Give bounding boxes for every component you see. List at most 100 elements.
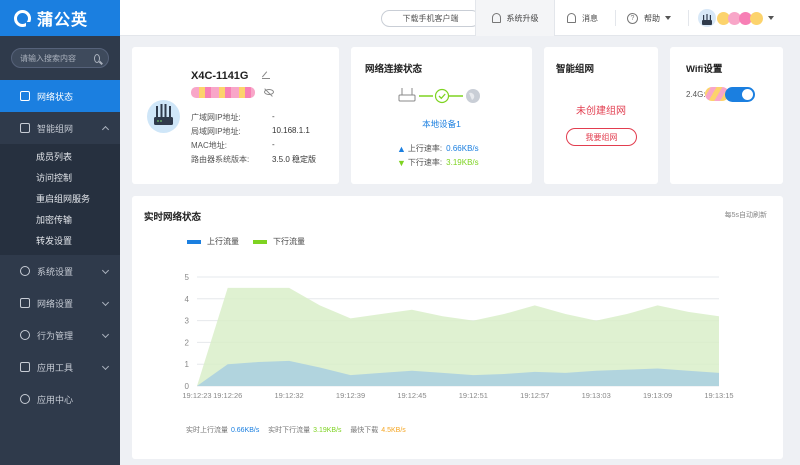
wan-ip-value: - <box>272 112 275 121</box>
chevron-down-icon <box>101 330 110 339</box>
submenu-item-access-control[interactable]: 访问控制 <box>0 168 120 189</box>
x-tick-label: 19:12:57 <box>520 391 549 400</box>
x-tick-label: 19:12:23 <box>182 391 211 400</box>
router-avatar-icon <box>702 14 712 25</box>
avatar <box>698 9 716 27</box>
caret-down-icon <box>665 16 671 20</box>
footer-up-label: 实时上行流量 <box>186 427 228 434</box>
router-small-icon <box>398 88 416 102</box>
sidebar-item-behavior[interactable]: 行为管理 <box>0 319 120 351</box>
x-tick-label: 19:13:03 <box>582 391 611 400</box>
sidebar-item-label: 应用工具 <box>37 362 74 373</box>
sidebar-item-network-status[interactable]: 网络状态 <box>0 80 120 112</box>
download-app-button[interactable]: 下载手机客户端 <box>381 10 480 27</box>
search-input[interactable] <box>20 53 94 63</box>
eye-off-icon[interactable] <box>264 89 274 95</box>
lan-ip-row: 局域网IP地址: 10.168.1.1 <box>191 126 310 137</box>
x-tick-label: 19:12:32 <box>275 391 304 400</box>
footer-max-label: 最快下载 <box>350 427 379 434</box>
brand-name: 蒲公英 <box>37 12 89 29</box>
connection-diagram <box>398 88 480 104</box>
sidebar-item-network-settings[interactable]: 网络设置 <box>0 287 120 319</box>
smart-mesh-icon <box>20 123 30 133</box>
help-menu[interactable]: ? 帮助 <box>627 0 671 36</box>
arrow-up-icon: ▲ <box>397 143 406 154</box>
sidebar-item-label: 应用中心 <box>37 394 74 405</box>
system-upgrade-button[interactable]: 系统升级 <box>475 0 555 36</box>
realtime-network-card: 实时网络状态 每5s自动刷新 上行流量 下行流量 0 1 2 3 4 5 19:12:23 1… <box>132 196 783 459</box>
wifi-band-label: 2.4G: <box>686 90 706 99</box>
sidebar: 蒲公英 网络状态 智能组网 成员列表 访问控制 重启组网服务 加密传输 转发设置… <box>0 0 120 465</box>
submenu-item-forwarding[interactable]: 转发设置 <box>0 231 120 252</box>
mac-row: MAC地址: - <box>191 140 275 151</box>
globe-icon <box>466 89 480 103</box>
x-tick-label: 19:12:45 <box>397 391 426 400</box>
username-emoji <box>717 11 763 25</box>
download-rate-row: ▼ 下行速率: 3.19KB/s <box>397 157 479 168</box>
submenu-item-restart-service[interactable]: 重启组网服务 <box>0 189 120 210</box>
brand-logo-icon <box>14 9 32 28</box>
sidebar-item-app-center[interactable]: 应用中心 <box>0 383 120 415</box>
y-tick-label: 3 <box>185 317 190 326</box>
wifi-card-title: Wifi设置 <box>686 64 723 75</box>
help-label: 帮助 <box>644 13 660 23</box>
y-tick-label: 0 <box>185 382 190 391</box>
traffic-chart: 0 1 2 3 4 5 19:12:23 19:12:26 19:12:32 19:12:39 19… <box>182 273 733 400</box>
arrow-down-icon: ▼ <box>397 157 406 168</box>
app-center-icon <box>20 394 30 404</box>
upgrade-label: 系统升级 <box>506 13 539 23</box>
footer-max-value: 4.5KB/s <box>381 427 406 434</box>
divider <box>615 10 616 26</box>
edit-name-icon[interactable] <box>262 71 270 79</box>
submenu-item-members[interactable]: 成员列表 <box>0 147 120 168</box>
y-tick-label: 4 <box>185 295 190 304</box>
network-status-card: 网络连接状态 本地设备1 ▲ 上行速率: 0.66KB/s ▼ 下行速率: 3.… <box>351 47 532 184</box>
y-tick-label: 5 <box>185 273 190 282</box>
create-mesh-button[interactable]: 我要组网 <box>566 128 637 146</box>
bell-icon <box>567 13 576 23</box>
search-box <box>11 48 109 68</box>
sidebar-item-label: 系统设置 <box>37 266 74 277</box>
submenu-item-encryption[interactable]: 加密传输 <box>0 210 120 231</box>
footer-down-label: 实时下行流量 <box>268 427 311 434</box>
footer-up-value: 0.66KB/s <box>230 427 260 434</box>
upload-rate-label: 上行速率: <box>407 144 443 153</box>
tools-icon <box>20 362 30 372</box>
device-info-card: X4C-1141G 广域网IP地址: - 局域网IP地址: 10.168.1.1… <box>132 47 339 184</box>
wan-ip-label: 广域网IP地址: <box>191 113 241 122</box>
messages-button[interactable]: 消息 <box>567 0 598 36</box>
sidebar-item-smart-mesh[interactable]: 智能组网 <box>0 112 120 144</box>
sidebar-item-label: 智能组网 <box>37 123 74 134</box>
upload-rate-value: 0.66KB/s <box>446 144 479 153</box>
brand-logo[interactable]: 蒲公英 <box>0 0 120 36</box>
local-device-link[interactable]: 本地设备1 <box>351 118 532 130</box>
divider <box>688 10 689 26</box>
network-settings-icon <box>20 298 30 308</box>
sidebar-item-system-settings[interactable]: 系统设置 <box>0 255 120 287</box>
search-icon[interactable] <box>94 53 100 63</box>
x-tick-label: 19:12:39 <box>336 391 365 400</box>
firmware-label: 路由器系统版本: <box>191 155 250 164</box>
upgrade-bell-icon <box>491 13 501 23</box>
download-rate-value: 3.19KB/s <box>446 158 479 167</box>
firmware-row: 路由器系统版本: 3.5.0 稳定版 <box>191 154 316 165</box>
chevron-down-icon <box>101 362 110 371</box>
sidebar-item-label: 行为管理 <box>37 330 74 341</box>
sidebar-item-tools[interactable]: 应用工具 <box>0 351 120 383</box>
wifi-toggle[interactable] <box>725 87 755 102</box>
chart-footer: 实时上行流量 0.66KB/s 实时下行流量 3.19KB/s 最快下载 4.5… <box>186 425 407 435</box>
sidebar-item-label: 网络设置 <box>37 298 74 309</box>
mac-label: MAC地址: <box>191 141 227 150</box>
behavior-icon <box>20 330 30 340</box>
wan-ip-row: 广域网IP地址: - <box>191 112 275 123</box>
chevron-down-icon <box>101 298 110 307</box>
user-menu[interactable] <box>698 9 774 27</box>
caret-down-icon <box>768 16 774 20</box>
footer-down-value: 3.19KB/s <box>313 427 342 434</box>
lan-ip-value: 10.168.1.1 <box>272 126 310 135</box>
top-bar: 下载手机客户端 系统升级 消息 ? 帮助 <box>120 0 800 36</box>
device-name: X4C-1141G <box>191 70 249 82</box>
smart-mesh-submenu: 成员列表 访问控制 重启组网服务 加密传输 转发设置 <box>0 144 120 255</box>
router-icon <box>147 100 180 133</box>
download-rate-label: 下行速率: <box>407 158 443 167</box>
